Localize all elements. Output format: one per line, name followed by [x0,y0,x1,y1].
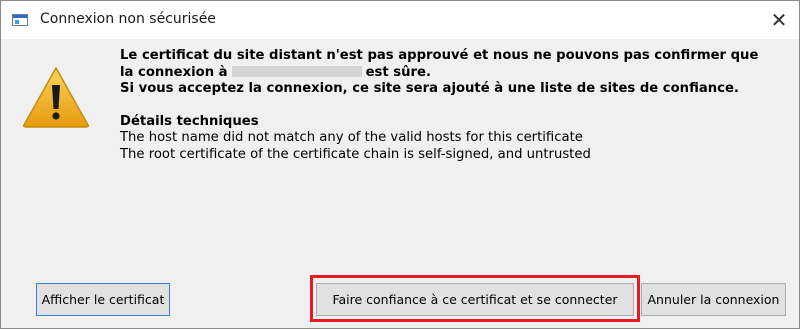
detail-line-1: The host name did not match any of the v… [120,130,583,146]
message-body: Le certificat du site distant n'est pas … [120,48,780,164]
detail-line-2: The root certificate of the certificate … [120,146,591,162]
application-window-icon [12,14,28,26]
cancel-connection-button[interactable]: Annuler la connexion [641,283,786,316]
dialog-window: Connexion non sécurisée ✕ Le certificat … [0,0,800,329]
message-line-2-suffix: est sûre. [365,64,431,80]
window-title: Connexion non sécurisée [40,11,216,27]
trust-and-connect-button[interactable]: Faire confiance à ce certificat et se co… [316,283,634,316]
message-line-2-prefix: la connexion à [120,64,228,80]
message-line-2: la connexion à est sûre. [120,65,780,82]
close-icon: ✕ [770,8,788,32]
title-bar[interactable]: Connexion non sécurisée ✕ [1,1,799,40]
show-certificate-button[interactable]: Afficher le certificat [36,283,170,316]
message-line-3: Si vous acceptez la connexion, ce site s… [120,81,739,97]
warning-triangle-icon [23,66,89,128]
details-title: Détails techniques [120,113,259,129]
close-button[interactable]: ✕ [763,5,795,35]
message-line-1: Le certificat du site distant n'est pas … [120,48,759,63]
redacted-hostname [231,65,362,77]
